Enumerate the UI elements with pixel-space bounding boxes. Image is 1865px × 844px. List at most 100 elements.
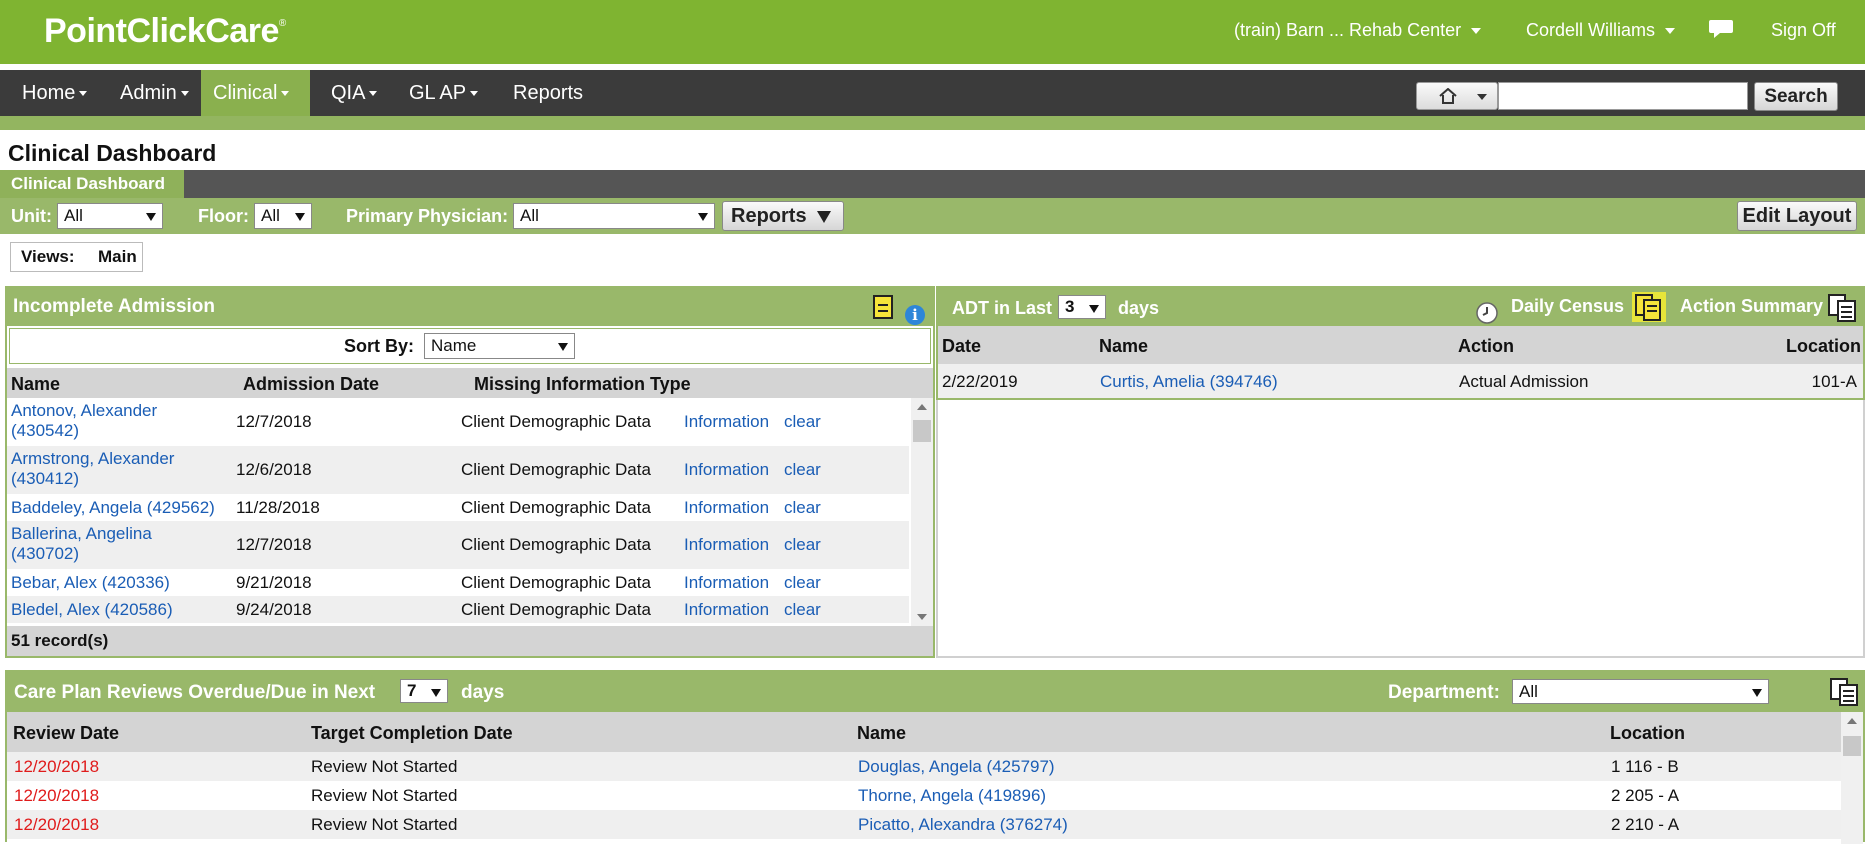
nav-home[interactable]: Home [10, 70, 99, 116]
physician-label: Primary Physician: [346, 206, 509, 226]
patient-link[interactable]: Douglas, Angela (425797) [858, 757, 1055, 777]
clock-icon[interactable] [1476, 302, 1498, 324]
col-name[interactable]: Name [11, 374, 60, 395]
missing-type: Client Demographic Data [461, 412, 651, 431]
table-row: Bledel, Alex (420586) 9/24/2018 Client D… [7, 596, 909, 623]
information-link[interactable]: Information [684, 498, 769, 518]
nav-gl-ap[interactable]: GL AP [397, 70, 490, 116]
clear-link[interactable]: clear [784, 535, 821, 555]
sort-select[interactable]: Name [424, 333, 575, 359]
information-link[interactable]: Information [684, 600, 769, 620]
patient-link[interactable]: Bledel, Alex (420586) [11, 600, 173, 620]
sign-off-link[interactable]: Sign Off [1771, 20, 1836, 41]
col-location[interactable]: Location [1610, 723, 1685, 744]
info-icon[interactable]: i [905, 305, 925, 325]
adt-action: Actual Admission [1459, 372, 1589, 391]
scroll-thumb[interactable] [1843, 736, 1861, 756]
nav-gl-ap-label: GL AP [409, 82, 467, 104]
chat-icon[interactable] [1708, 18, 1734, 40]
location: 1 116 - B [1611, 757, 1679, 776]
nav-qia[interactable]: QIA [319, 70, 389, 116]
nav-clinical[interactable]: Clinical [201, 70, 310, 116]
note-icon[interactable] [873, 295, 893, 319]
document-copy-icon[interactable] [1827, 293, 1859, 323]
information-link[interactable]: Information [684, 412, 769, 432]
patient-link[interactable]: Bebar, Alex (420336) [11, 573, 170, 593]
logo[interactable]: PointClickCare® [44, 12, 286, 51]
clear-link[interactable]: clear [784, 573, 821, 593]
nav-admin-label: Admin [120, 82, 177, 104]
care-plan-title-suffix: days [461, 682, 505, 703]
location: 2 210 - A [1611, 815, 1680, 834]
document-copy-icon[interactable] [1829, 677, 1861, 707]
care-plan-days-select[interactable]: 7 [400, 679, 448, 703]
col-date[interactable]: Date [942, 336, 981, 357]
chevron-down-icon [1471, 28, 1482, 35]
admission-date: 9/24/2018 [236, 600, 312, 619]
admission-list: Antonov, Alexander (430542) 12/7/2018 Cli… [7, 398, 909, 626]
home-icon [1439, 88, 1457, 104]
col-review-date[interactable]: Review Date [13, 723, 119, 744]
clear-link[interactable]: clear [784, 412, 821, 432]
search-button[interactable]: Search [1754, 82, 1838, 111]
information-link[interactable]: Information [684, 535, 769, 555]
patient-link[interactable]: Curtis, Amelia (394746) [1100, 372, 1278, 392]
patient-link[interactable]: Antonov, Alexander (430542) [11, 401, 157, 441]
care-plan-scrollbar[interactable] [1841, 712, 1863, 844]
patient-link[interactable]: Thorne, Angela (419896) [858, 786, 1046, 806]
col-action[interactable]: Action [1458, 336, 1514, 357]
reports-button[interactable]: Reports [722, 201, 844, 231]
nav-reports[interactable]: Reports [501, 70, 595, 116]
table-row: Bebar, Alex (420336) 9/21/2018 Client De… [7, 569, 909, 596]
patient-link[interactable]: Picatto, Alexandra (376274) [858, 815, 1068, 835]
adt-days-select[interactable]: 3 [1058, 295, 1106, 319]
daily-census-link[interactable]: Daily Census [1511, 296, 1624, 317]
care-plan-title-prefix: Care Plan Reviews Overdue/Due in Next [14, 682, 376, 703]
copy-report-icon[interactable] [1632, 292, 1666, 322]
incomplete-admission-panel: Incomplete Admission i Sort By: Name Nam… [5, 286, 935, 658]
edit-layout-button[interactable]: Edit Layout [1737, 201, 1857, 231]
clear-link[interactable]: clear [784, 498, 821, 518]
action-summary-link[interactable]: Action Summary [1680, 296, 1823, 317]
scroll-up-icon[interactable] [1847, 718, 1857, 724]
missing-type: Client Demographic Data [461, 573, 651, 592]
scroll-up-icon[interactable] [917, 404, 927, 410]
nav-admin[interactable]: Admin [108, 70, 201, 116]
clear-link[interactable]: clear [784, 600, 821, 620]
col-missing-type[interactable]: Missing Information Type [474, 374, 691, 395]
floor-value: All [261, 206, 280, 225]
chevron-down-icon [79, 91, 88, 97]
patient-link[interactable]: Baddeley, Angela (429562) [11, 498, 215, 518]
patient-link[interactable]: Ballerina, Angelina (430702) [11, 524, 152, 564]
col-location[interactable]: Location [1786, 336, 1861, 357]
unit-select[interactable]: All [57, 203, 163, 229]
target-completion: Review Not Started [311, 786, 458, 805]
user-menu[interactable]: Cordell Williams [1526, 20, 1676, 41]
scroll-down-icon[interactable] [917, 614, 927, 620]
department-label: Department: [1388, 682, 1500, 703]
views-selector[interactable]: Views: Main [10, 242, 143, 272]
home-shortcut-select[interactable] [1416, 82, 1498, 110]
scroll-thumb[interactable] [913, 420, 931, 442]
patient-link[interactable]: Armstrong, Alexander (430412) [11, 449, 174, 489]
tab-clinical-dashboard[interactable]: Clinical Dashboard [0, 170, 184, 198]
tab-strip: Clinical Dashboard [0, 170, 1865, 198]
col-admission-date[interactable]: Admission Date [243, 374, 379, 395]
physician-select[interactable]: All [513, 203, 715, 229]
chevron-down-icon [1089, 305, 1099, 313]
information-link[interactable]: Information [684, 460, 769, 480]
col-target-completion[interactable]: Target Completion Date [311, 723, 513, 744]
chevron-down-icon [369, 91, 378, 97]
information-link[interactable]: Information [684, 573, 769, 593]
sort-label: Sort By: [344, 336, 415, 356]
col-name[interactable]: Name [857, 723, 906, 744]
floor-select[interactable]: All [254, 203, 312, 229]
col-name[interactable]: Name [1099, 336, 1148, 357]
search-input[interactable] [1498, 82, 1748, 110]
chevron-down-icon [1477, 94, 1487, 100]
facility-selector[interactable]: (train) Barn ... Rehab Center [1234, 20, 1482, 41]
clear-link[interactable]: clear [784, 460, 821, 480]
chevron-down-icon [470, 91, 479, 97]
department-select[interactable]: All [1512, 679, 1769, 704]
admission-scrollbar[interactable] [911, 398, 933, 626]
